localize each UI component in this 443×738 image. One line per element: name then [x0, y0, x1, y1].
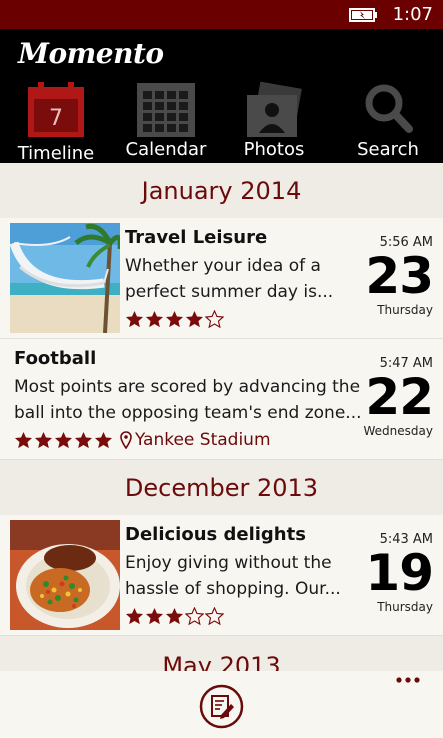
entry-weekday: Thursday — [377, 303, 433, 317]
entry-thumbnail-food-plate — [10, 520, 120, 630]
photos-icon — [247, 81, 302, 137]
entry-day: 22 — [365, 368, 434, 426]
timeline-entry[interactable]: Delicious delights Enjoy giving without … — [0, 515, 443, 636]
entry-date: 5:47 AM 22 Wednesday — [353, 356, 434, 438]
star-filled-icon — [145, 607, 164, 624]
timeline-day-number: 7 — [49, 106, 63, 131]
star-filled-icon — [54, 431, 73, 448]
timeline-entry[interactable]: Travel Leisure Whether your idea of a pe… — [0, 218, 443, 339]
entry-location: Yankee Stadium — [120, 430, 271, 450]
month-header: May 2013 — [162, 652, 281, 671]
entry-date: 5:56 AM 23 Thursday — [353, 235, 434, 317]
app-logo: Momento — [18, 37, 164, 70]
app-bar — [0, 671, 443, 738]
tab-search[interactable]: Search — [333, 79, 443, 163]
star-filled-icon — [125, 607, 144, 624]
tab-calendar-label: Calendar — [125, 139, 207, 160]
entry-title: Football — [14, 348, 97, 369]
star-filled-icon — [125, 310, 144, 327]
tab-photos[interactable]: Photos — [219, 79, 329, 163]
entry-rating: Yankee Stadium — [14, 429, 271, 451]
entry-day: 19 — [365, 544, 434, 602]
star-filled-icon — [165, 310, 184, 327]
star-filled-icon — [94, 431, 113, 448]
entry-weekday: Thursday — [377, 600, 433, 614]
timeline-calendar-icon: 7 — [28, 82, 84, 137]
more-icon[interactable] — [395, 673, 421, 687]
calendar-grid-icon — [137, 83, 195, 137]
star-filled-icon — [185, 310, 204, 327]
star-filled-icon — [34, 431, 53, 448]
tab-calendar[interactable]: Calendar — [111, 79, 221, 163]
entry-location-label: Yankee Stadium — [135, 430, 271, 450]
status-bar: 1:07 — [0, 0, 443, 29]
month-header: December 2013 — [124, 474, 319, 502]
star-empty-icon — [205, 309, 224, 328]
entry-description: Enjoy giving without the hassle of shopp… — [125, 553, 341, 599]
star-empty-icon — [205, 606, 224, 625]
entry-thumbnail-beach-hammock — [10, 223, 120, 333]
tab-timeline[interactable]: 7 Timeline — [1, 79, 111, 164]
tab-search-label: Search — [357, 139, 419, 160]
star-filled-icon — [14, 431, 33, 448]
entry-day: 23 — [365, 247, 434, 305]
entry-rating — [125, 308, 225, 330]
timeline-list[interactable]: January 2014 Travel Leisure Whether your… — [0, 163, 443, 671]
main-nav: 7 Timeline Calendar Photos Search — [0, 79, 443, 164]
entry-description: Most points are scored by advancing the … — [14, 377, 362, 423]
star-empty-icon — [185, 606, 204, 625]
new-entry-icon[interactable] — [199, 684, 244, 729]
app-header: Momento 7 Timeline Calendar Photos Searc… — [0, 29, 443, 164]
tab-photos-label: Photos — [243, 139, 305, 160]
entry-description: Whether your idea of a perfect summer da… — [125, 256, 334, 302]
entry-rating — [125, 605, 225, 627]
entry-weekday: Wednesday — [363, 424, 433, 438]
status-clock: 1:07 — [392, 4, 433, 25]
timeline-entry[interactable]: Football Most points are scored by advan… — [0, 339, 443, 460]
battery-charging-icon — [349, 8, 377, 22]
entry-title: Travel Leisure — [125, 227, 268, 248]
entry-date: 5:43 AM 19 Thursday — [353, 532, 434, 614]
month-header: January 2014 — [141, 177, 302, 205]
star-filled-icon — [165, 607, 184, 624]
star-filled-icon — [145, 310, 164, 327]
star-filled-icon — [74, 431, 93, 448]
tab-timeline-label: Timeline — [17, 143, 95, 164]
search-icon — [365, 84, 413, 133]
entry-title: Delicious delights — [125, 524, 306, 545]
location-pin-icon — [120, 431, 132, 449]
